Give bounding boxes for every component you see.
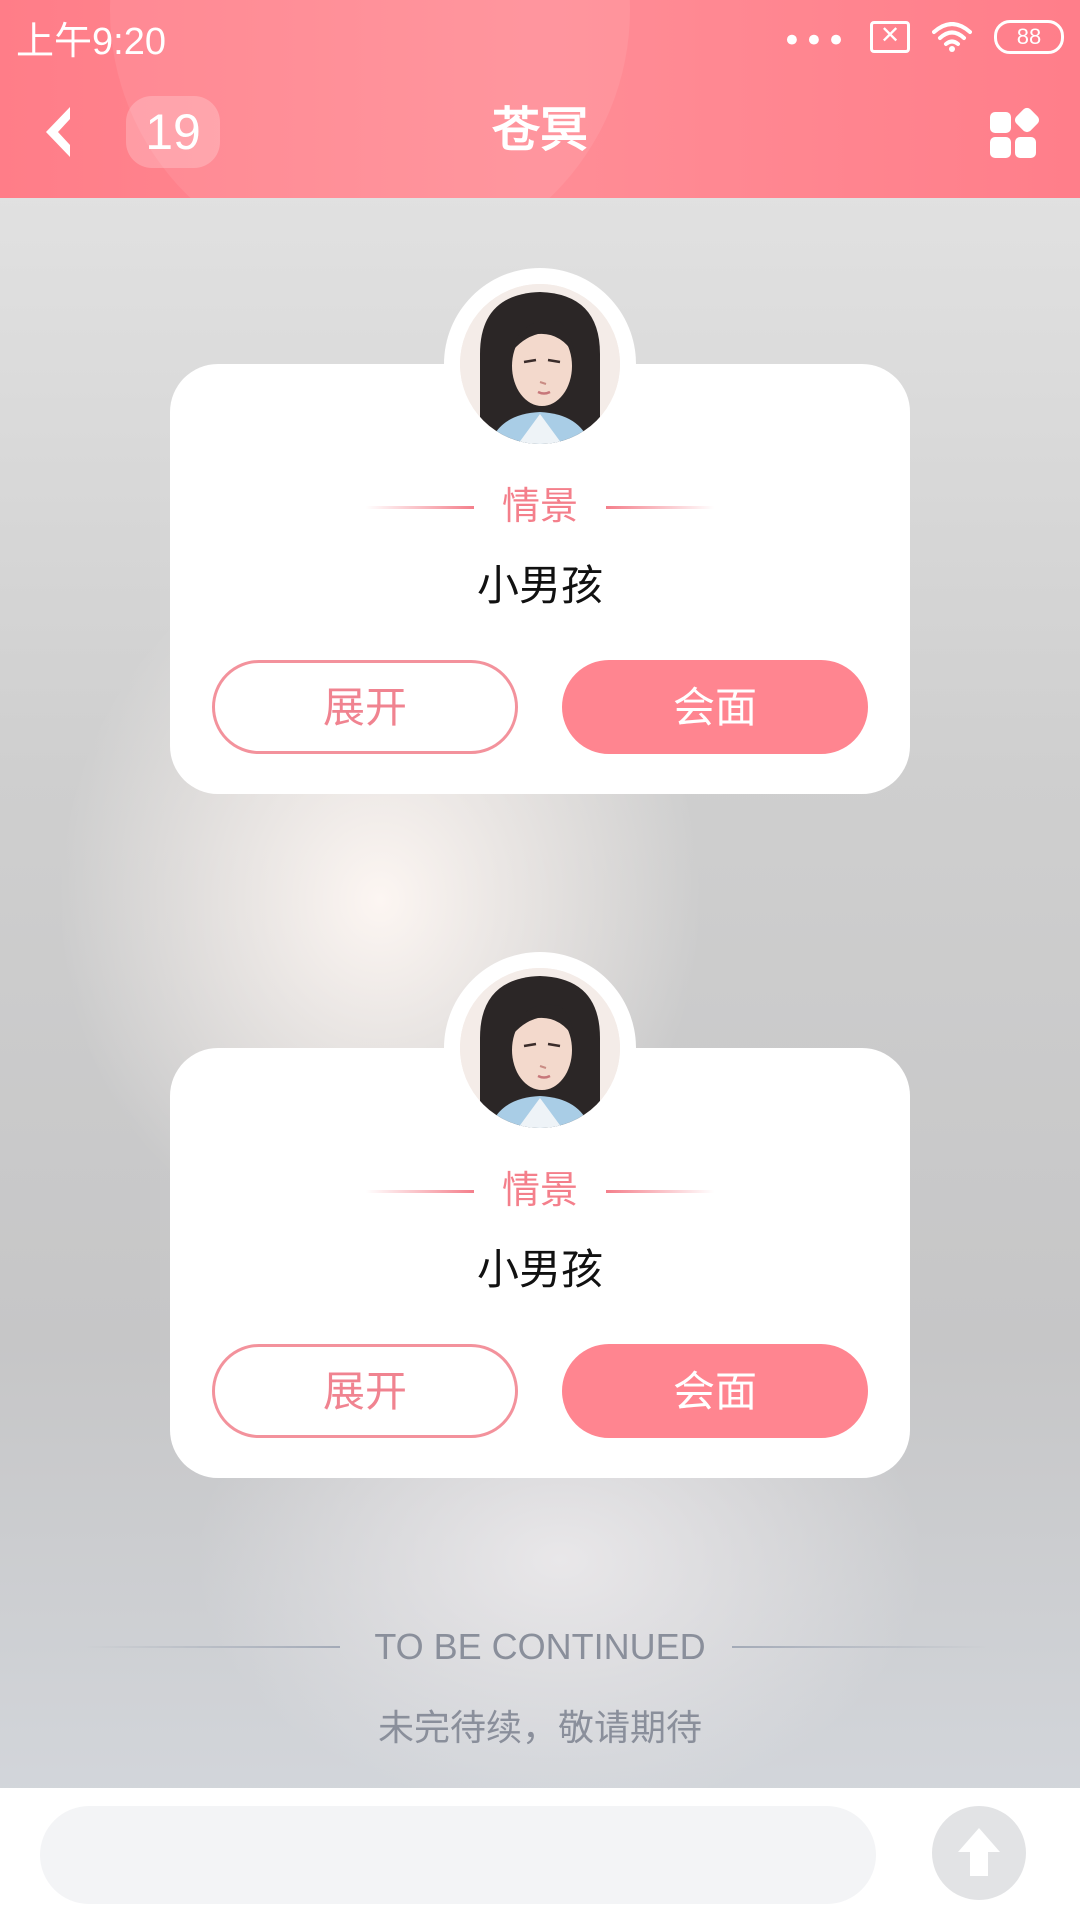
avatar-ring bbox=[444, 952, 636, 1144]
grid-icon-cell bbox=[1015, 137, 1036, 158]
up-arrow-icon bbox=[958, 1828, 1000, 1876]
no-sim-glyph: ✕ bbox=[879, 21, 901, 49]
scene-tag: 情景 bbox=[501, 484, 578, 528]
scene-name: 小男孩 bbox=[476, 561, 603, 610]
avatar[interactable] bbox=[460, 968, 620, 1128]
expand-button[interactable]: 展开 bbox=[212, 660, 518, 754]
message-input[interactable] bbox=[40, 1806, 876, 1904]
grid-icon-cell bbox=[990, 137, 1011, 158]
menu-grid-button[interactable] bbox=[990, 105, 1042, 158]
scene-name: 小男孩 bbox=[476, 1245, 603, 1294]
wifi-icon bbox=[932, 22, 972, 52]
status-time: 上午9:20 bbox=[16, 21, 166, 63]
battery-indicator: 88 bbox=[994, 20, 1064, 54]
scene-tag: 情景 bbox=[501, 1168, 578, 1212]
no-sim-icon: ✕ bbox=[870, 21, 910, 53]
character-portrait bbox=[460, 284, 620, 444]
to-be-continued-subtitle: 未完待续，敬请期待 bbox=[377, 1708, 702, 1749]
grid-icon bbox=[990, 112, 1011, 133]
expand-button[interactable]: 展开 bbox=[212, 1344, 518, 1438]
avatar[interactable] bbox=[460, 284, 620, 444]
meet-button[interactable]: 会面 bbox=[562, 1344, 868, 1438]
send-button[interactable] bbox=[932, 1806, 1026, 1900]
page-title: 苍冥 bbox=[491, 102, 588, 158]
character-portrait bbox=[460, 968, 620, 1128]
meet-button[interactable]: 会面 bbox=[562, 660, 868, 754]
tag-divider-right bbox=[606, 1190, 714, 1193]
avatar-ring bbox=[444, 268, 636, 460]
tag-divider-right bbox=[606, 506, 714, 509]
bottom-input-bar bbox=[0, 1788, 1080, 1920]
more-dots-icon: ••• bbox=[781, 21, 848, 61]
grid-icon-diamond bbox=[1012, 105, 1042, 135]
notice-divider-right bbox=[732, 1646, 992, 1648]
app-header: 上午9:20 ••• ✕ 88 19 苍冥 bbox=[0, 0, 1080, 198]
status-icons: ••• ✕ 88 bbox=[782, 16, 1064, 58]
